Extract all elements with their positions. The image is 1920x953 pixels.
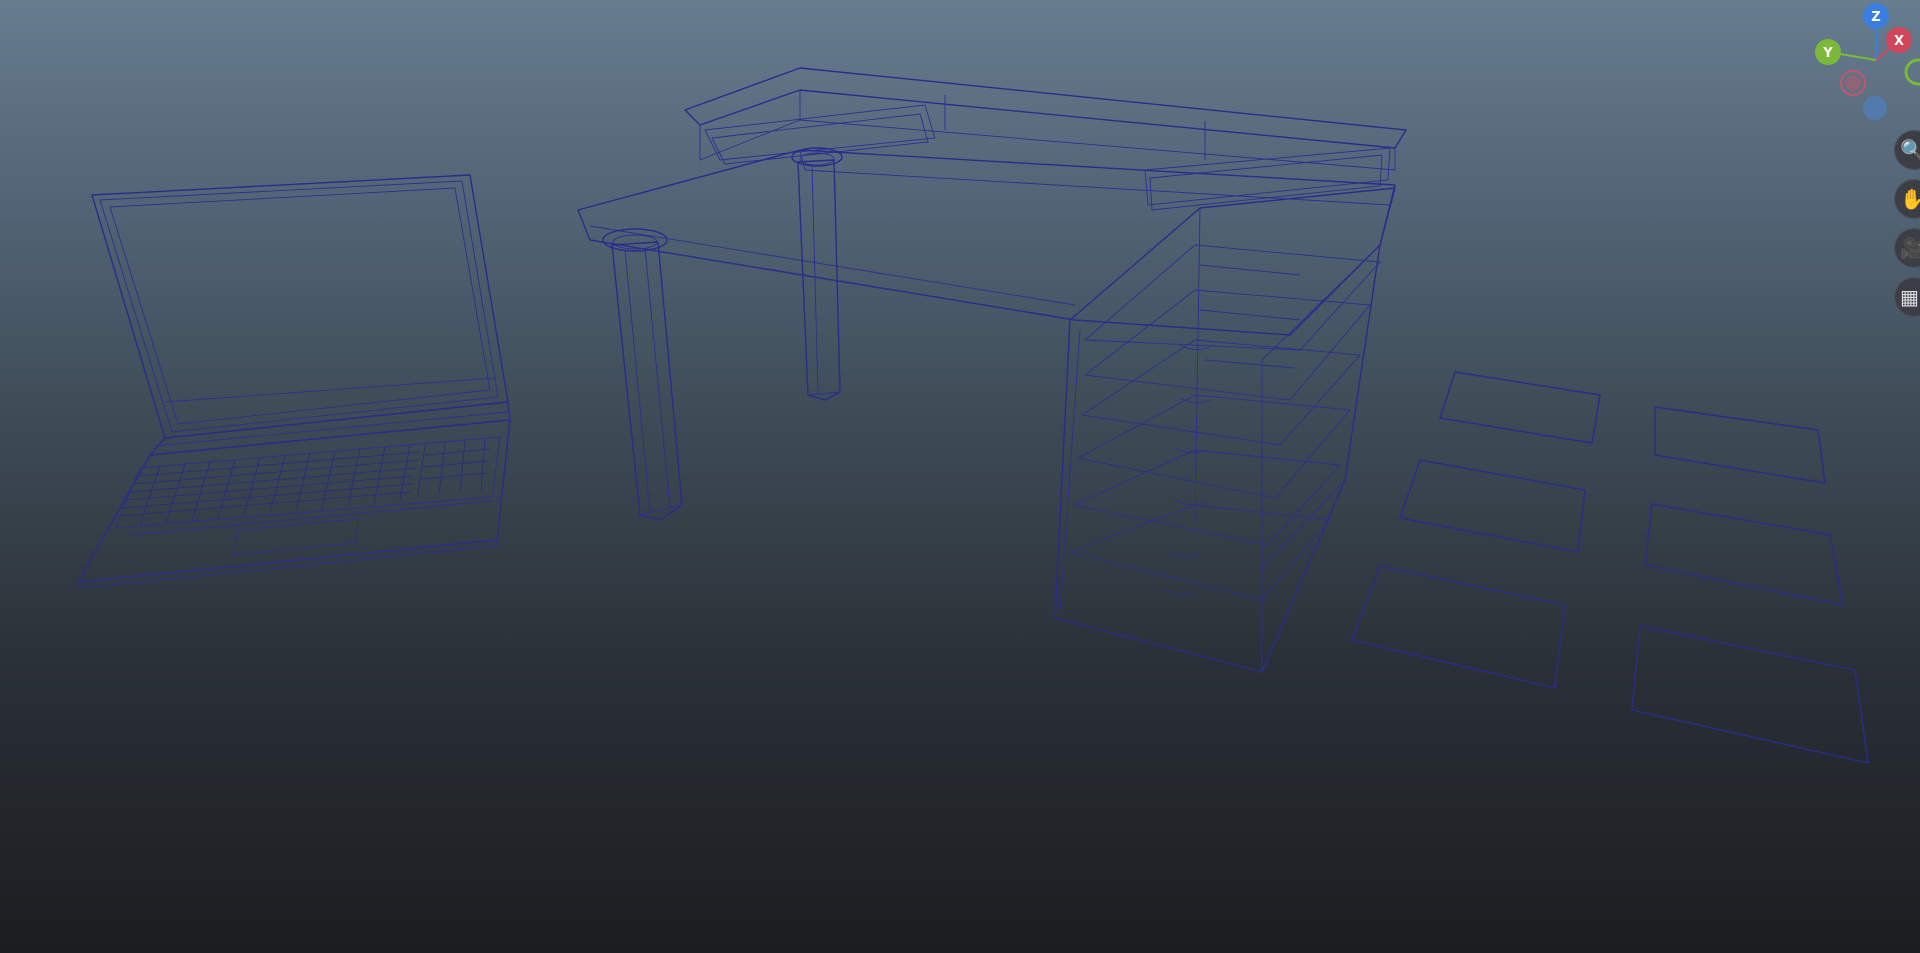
scene-canvas[interactable]: [0, 0, 1920, 953]
axis-gizmo[interactable]: Z X Y: [1800, 0, 1920, 130]
floor-tile-1[interactable]: [1439, 371, 1601, 444]
floor-tiles[interactable]: [1351, 371, 1869, 764]
neg-x-axis-ball[interactable]: [1840, 70, 1866, 96]
y-axis-ball[interactable]: Y: [1815, 39, 1841, 65]
floor-tile-6[interactable]: [1631, 625, 1869, 764]
neg-y-axis-ball[interactable]: [1904, 58, 1920, 86]
orbit-camera-icon[interactable]: 🎥: [1894, 228, 1920, 268]
x-axis-ball[interactable]: X: [1886, 27, 1912, 53]
svg-text:X: X: [1894, 34, 1904, 49]
laptop-wireframe[interactable]: [77, 174, 511, 589]
floor-tile-3[interactable]: [1399, 459, 1586, 553]
svg-text:Z: Z: [1871, 10, 1880, 25]
z-axis-ball[interactable]: Z: [1863, 3, 1889, 29]
perspective-grid-icon[interactable]: ▦: [1894, 277, 1920, 317]
zoom-icon[interactable]: 🔍: [1894, 130, 1920, 170]
svg-text:Y: Y: [1822, 46, 1833, 61]
floor-tile-5[interactable]: [1351, 565, 1566, 689]
navigation-toolbar: 🔍 ✋ 🎥 ▦: [1894, 130, 1920, 326]
desk-wireframe[interactable]: [577, 67, 1407, 521]
pan-hand-icon[interactable]: ✋: [1894, 179, 1920, 219]
floor-tile-2[interactable]: [1654, 406, 1826, 484]
drawer-cabinet-wireframe[interactable]: [1054, 187, 1396, 673]
neg-z-axis-ball[interactable]: [1863, 96, 1887, 120]
floor-tile-4[interactable]: [1644, 503, 1844, 606]
3d-viewport[interactable]: Z X Y 🔍 ✋ 🎥 ▦: [0, 0, 1920, 953]
